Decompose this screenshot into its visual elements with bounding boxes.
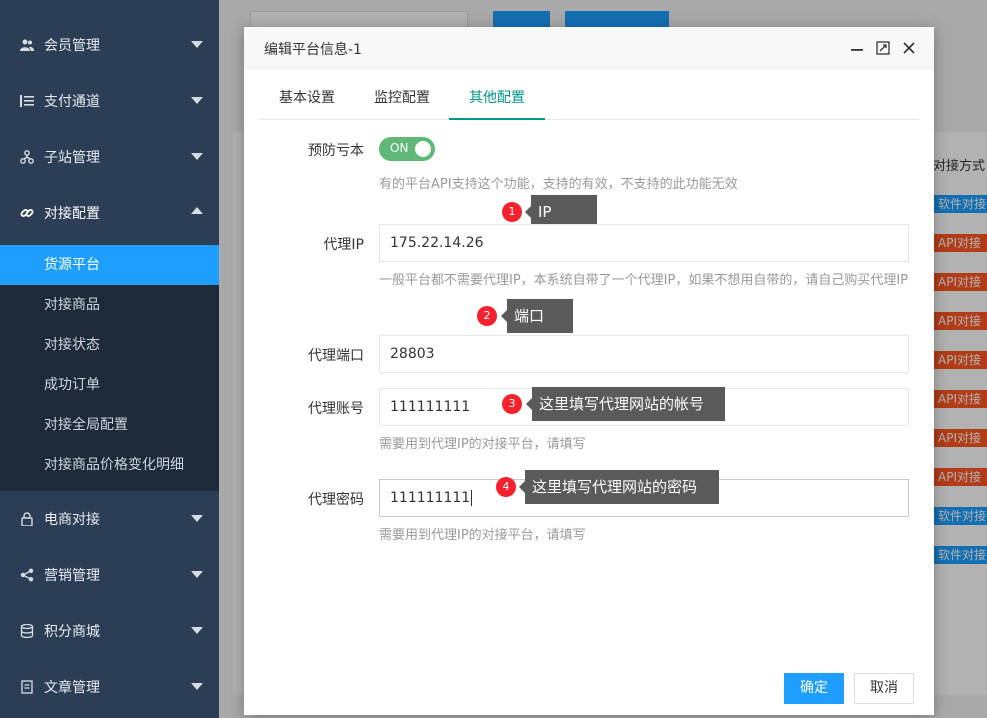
dialog-title: 编辑平台信息-1 (264, 42, 362, 58)
nav-group-points-mall[interactable]: 积分商城 (0, 603, 219, 659)
tab-basic-settings[interactable]: 基本设置 (259, 77, 355, 120)
chevron-down-icon (191, 41, 203, 48)
dialog-title-bar: 编辑平台信息-1 (244, 27, 934, 69)
callout-number-badge: 2 (477, 306, 497, 326)
proxy-account-label: 代理账号 (308, 401, 364, 417)
nav-group-label: 会员管理 (44, 38, 100, 54)
sub-item-docking-status[interactable]: 对接状态 (0, 325, 219, 365)
sub-item-docking-goods[interactable]: 对接商品 (0, 285, 219, 325)
nav-group-substation[interactable]: 子站管理 (0, 129, 219, 185)
chevron-up-icon (191, 207, 203, 214)
cancel-button[interactable]: 取消 (854, 673, 914, 704)
confirm-button[interactable]: 确定 (784, 673, 844, 704)
nav-group-payment[interactable]: 支付通道 (0, 73, 219, 129)
tab-other-config[interactable]: 其他配置 (449, 77, 545, 120)
chevron-down-icon (191, 97, 203, 104)
text-cursor (471, 490, 473, 506)
sitemap-icon (20, 150, 34, 164)
toggle-state-text: ON (390, 141, 409, 155)
share-icon (20, 568, 34, 582)
callout-number-badge: 3 (502, 394, 522, 414)
list-icon (20, 94, 34, 108)
sidebar: 会员管理 支付通道 子站管理 对接配置 货源平台 对接商品 对接状态 成功订单 … (0, 0, 219, 718)
dialog-tabs: 基本设置 监控配置 其他配置 (259, 77, 919, 120)
proxy-ip-input[interactable]: 175.22.14.26 (379, 224, 909, 262)
minimize-icon[interactable] (848, 39, 866, 57)
callout-password: 这里填写代理网站的密码 (519, 470, 719, 504)
nav-group-label: 营销管理 (44, 568, 100, 584)
nav-group-label: 文章管理 (44, 680, 100, 696)
prevent-loss-label: 预防亏本 (308, 143, 364, 159)
nav-group-label: 子站管理 (44, 150, 100, 166)
proxy-ip-help: 一般平台都不需要代理IP，本系统自带了一个代理IP，如果不想用自带的，请自己购买… (379, 273, 909, 288)
nav-group-articles[interactable]: 文章管理 (0, 659, 219, 715)
file-icon (20, 680, 34, 694)
link-icon (20, 206, 34, 220)
nav-group-docking-config[interactable]: 对接配置 (0, 185, 219, 241)
chevron-down-icon (191, 627, 203, 634)
proxy-ip-label: 代理IP (323, 237, 364, 253)
sub-item-price-changes[interactable]: 对接商品价格变化明细 (0, 445, 219, 485)
nav-group-label: 积分商城 (44, 624, 100, 640)
proxy-password-value: 111111111 (390, 490, 471, 506)
callout-number-badge: 4 (496, 477, 516, 497)
proxy-password-label: 代理密码 (308, 492, 364, 508)
database-icon (20, 624, 34, 638)
close-icon[interactable] (900, 39, 918, 57)
chevron-down-icon (191, 571, 203, 578)
chevron-down-icon (191, 515, 203, 522)
callout-number-badge: 1 (502, 202, 522, 222)
submenu: 货源平台 对接商品 对接状态 成功订单 对接全局配置 对接商品价格变化明细 (0, 245, 219, 491)
users-icon (20, 38, 34, 52)
chevron-down-icon (191, 153, 203, 160)
lock-icon (20, 512, 34, 526)
nav-group-label: 支付通道 (44, 94, 100, 110)
nav-group-label: 对接配置 (44, 206, 100, 222)
edit-platform-dialog: 编辑平台信息-1 基本设置 监控配置 其他配置 预防亏本 ON 有的平台API支… (244, 27, 934, 715)
proxy-account-help: 需要用到代理IP的对接平台，请填写 (379, 437, 586, 452)
prevent-loss-help: 有的平台API支持这个功能，支持的有效，不支持的此功能无效 (379, 177, 738, 192)
prevent-loss-toggle[interactable]: ON (379, 137, 435, 161)
tab-monitor-config[interactable]: 监控配置 (354, 77, 450, 120)
proxy-password-help: 需要用到代理IP的对接平台，请填写 (379, 528, 586, 543)
proxy-port-input[interactable]: 28803 (379, 335, 909, 373)
nav-group-label: 电商对接 (44, 512, 100, 528)
toggle-knob (415, 141, 431, 157)
nav-group-ecommerce[interactable]: 电商对接 (0, 491, 219, 547)
callout-account: 这里填写代理网站的帐号 (526, 387, 725, 421)
callout-port: 端口 (501, 299, 573, 333)
nav-group-marketing[interactable]: 营销管理 (0, 547, 219, 603)
sub-item-global-config[interactable]: 对接全局配置 (0, 405, 219, 445)
chevron-down-icon (191, 683, 203, 690)
sub-item-source-platform[interactable]: 货源平台 (0, 245, 219, 285)
proxy-port-label: 代理端口 (308, 348, 364, 364)
nav-group-member[interactable]: 会员管理 (0, 17, 219, 73)
sub-item-success-orders[interactable]: 成功订单 (0, 365, 219, 405)
maximize-icon[interactable] (874, 39, 892, 57)
